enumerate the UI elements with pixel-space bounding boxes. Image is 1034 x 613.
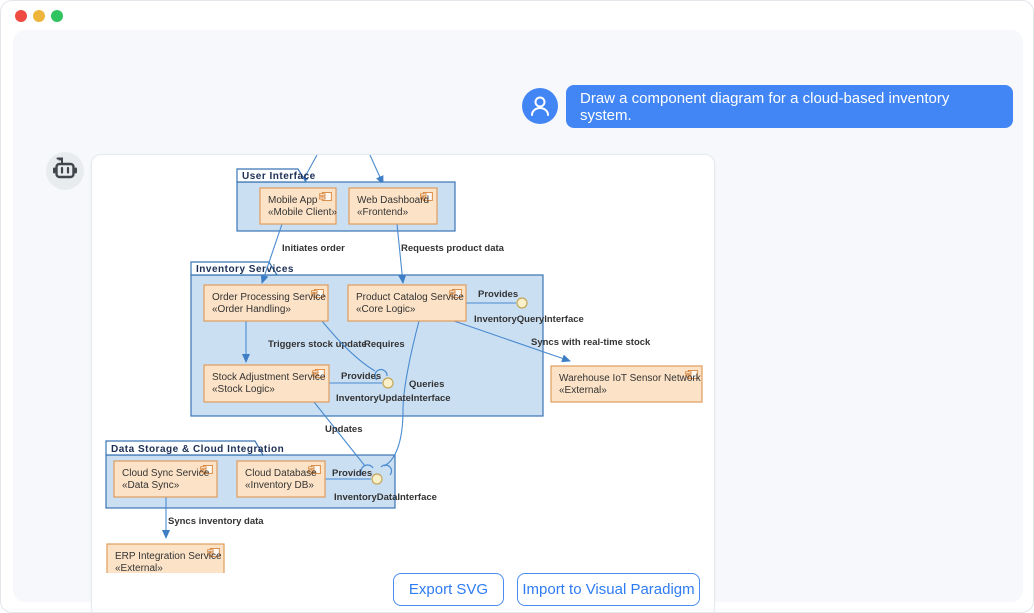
svg-text:«Mobile Client»: «Mobile Client» [268,207,337,218]
label-inventory-query-interface: InventoryQueryInterface [474,314,584,325]
svg-text:Cloud Sync Service: Cloud Sync Service [122,468,210,479]
svg-text:Mobile App: Mobile App [268,195,318,206]
component-order-processing: Order Processing Service «Order Handling… [204,285,328,321]
label-inventory-update-interface: InventoryUpdateInterface [336,393,451,404]
user-message-text: Draw a component diagram for a cloud-bas… [580,90,999,124]
bot-badge [46,152,84,190]
maximize-window-button[interactable] [51,10,63,22]
component-erp-integration: ERP Integration Service «External» [107,544,224,573]
component-cloud-database: Cloud Database «Inventory DB» [237,461,325,497]
svg-text:«Frontend»: «Frontend» [357,207,409,218]
app-window: Draw a component diagram for a cloud-bas… [0,0,1034,613]
label-provides-data: Provides [332,468,372,479]
import-visual-paradigm-button[interactable]: Import to Visual Paradigm [517,573,700,606]
component-cloud-sync: Cloud Sync Service «Data Sync» [114,461,217,497]
svg-text:ERP Integration Service: ERP Integration Service [115,551,222,562]
svg-text:«Core Logic»: «Core Logic» [356,304,416,315]
person-icon [522,88,558,124]
close-window-button[interactable] [15,10,27,22]
minimize-window-button[interactable] [33,10,45,22]
svg-text:«Inventory DB»: «Inventory DB» [245,480,314,491]
svg-text:Warehouse IoT Sensor Network: Warehouse IoT Sensor Network [559,373,702,384]
label-syncs-realtime: Syncs with real-time stock [531,337,651,348]
export-svg-button[interactable]: Export SVG [393,573,504,606]
label-initiates-order: Initiates order [282,243,345,254]
svg-text:Order Processing Service: Order Processing Service [212,292,326,303]
package-user-interface-label: User Interface [242,171,316,182]
package-inventory-services-label: Inventory Services [196,264,294,275]
label-queries: Queries [409,379,444,390]
component-warehouse-iot: Warehouse IoT Sensor Network «External» [551,366,702,402]
svg-text:«Stock Logic»: «Stock Logic» [212,384,275,395]
component-stock-adjustment: Stock Adjustment Service «Stock Logic» [204,365,329,402]
svg-text:«Order Handling»: «Order Handling» [212,304,291,315]
label-inventory-data-interface: InventoryDataInterface [334,492,437,503]
user-avatar [522,88,558,124]
user-message-bubble: Draw a component diagram for a cloud-bas… [566,85,1013,128]
component-web-dashboard: Web Dashboard «Frontend» [349,188,437,224]
label-triggers-stock-update: Triggers stock update [268,339,367,350]
main-panel: Draw a component diagram for a cloud-bas… [13,30,1023,602]
label-requests-product-data: Requests product data [401,243,505,254]
component-product-catalog: Product Catalog Service «Core Logic» [348,285,466,321]
label-updates: Updates [325,424,362,435]
svg-text:Stock Adjustment Service: Stock Adjustment Service [212,372,326,383]
component-mobile-app: Mobile App «Mobile Client» [260,188,337,224]
svg-text:«Data Sync»: «Data Sync» [122,480,180,491]
label-provides-query: Provides [478,289,518,300]
svg-text:«External»: «External» [115,563,163,573]
component-diagram: User Interface Inventory Services Data S… [92,155,716,573]
svg-text:Product Catalog Service: Product Catalog Service [356,292,464,303]
label-requires: Requires [364,339,405,350]
label-provides-update: Provides [341,371,381,382]
diagram-canvas: User Interface Inventory Services Data S… [91,154,715,613]
package-data-storage-label: Data Storage & Cloud Integration [111,444,284,455]
svg-text:«External»: «External» [559,385,607,396]
svg-text:Web Dashboard: Web Dashboard [357,195,429,206]
svg-text:Cloud Database: Cloud Database [245,468,317,479]
robot-icon [46,152,84,190]
label-syncs-inventory-data: Syncs inventory data [168,516,264,527]
edge-into-web-dashboard [370,155,383,184]
